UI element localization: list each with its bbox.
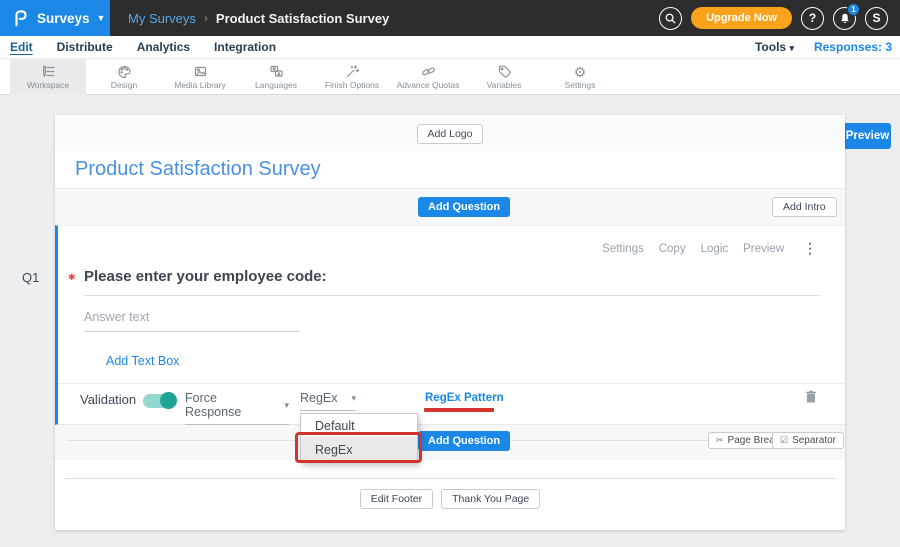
breadcrumb-my-surveys[interactable]: My Surveys — [128, 11, 196, 26]
tab-distribute[interactable]: Distribute — [57, 40, 113, 54]
notification-badge: 1 — [847, 3, 860, 16]
tools-menu[interactable]: Tools ▾ — [755, 40, 794, 54]
topbar-actions: Upgrade Now ? 1 S — [659, 7, 900, 30]
top-bar: Surveys ▼ My Surveys › Product Satisfact… — [0, 0, 900, 36]
editor-toolbar: Workspace Design Media Library Languages — [0, 59, 900, 95]
add-text-box-link[interactable]: Add Text Box — [106, 354, 179, 368]
validation-toggle[interactable] — [143, 394, 176, 408]
toolbar-item-variables[interactable]: Variables — [466, 59, 542, 95]
questionpro-logo-icon — [12, 9, 30, 27]
question-settings-link[interactable]: Settings — [602, 243, 644, 255]
avatar[interactable]: S — [865, 7, 888, 30]
upgrade-now-button[interactable]: Upgrade Now — [691, 7, 792, 29]
palette-icon — [117, 64, 132, 79]
required-asterisk-icon: ✱ — [68, 272, 76, 283]
menu-option-regex[interactable]: RegEx — [301, 437, 417, 462]
force-response-dropdown[interactable]: Force Response ▾ — [185, 391, 289, 425]
help-icon: ? — [809, 11, 816, 25]
survey-title[interactable]: Product Satisfaction Survey — [75, 158, 321, 181]
delete-question-trash-icon[interactable] — [805, 389, 817, 409]
search-icon — [664, 12, 677, 25]
toolbar-item-finish-options[interactable]: Finish Options — [314, 59, 390, 95]
chevron-down-icon: ▾ — [284, 400, 289, 411]
chevron-down-icon: ▾ — [789, 43, 794, 53]
notifications-button[interactable]: 1 — [833, 7, 856, 30]
question-block: Settings Copy Logic Preview ⋮ ✱ Please e… — [55, 225, 845, 425]
breadcrumb-separator-icon: › — [204, 11, 208, 25]
scissors-icon: ✂ — [716, 435, 724, 446]
logo-row: Add Logo — [55, 115, 845, 151]
question-text[interactable]: Please enter your employee code: — [84, 268, 327, 285]
workspace-icon — [41, 64, 56, 79]
responses-link[interactable]: Responses: 3 — [814, 40, 892, 54]
search-button[interactable] — [659, 7, 682, 30]
magic-wand-icon — [345, 64, 360, 79]
question-underline — [84, 295, 820, 296]
chevron-down-icon: ▼ — [97, 13, 106, 23]
thank-you-page-button[interactable]: Thank You Page — [441, 489, 540, 509]
gear-icon: ⚙ — [574, 64, 587, 79]
survey-nav-tabs: Edit Distribute Analytics Integration — [0, 40, 276, 54]
answer-input-underline — [84, 331, 300, 332]
footer-buttons-row: Edit Footer Thank You Page — [55, 489, 845, 509]
chain-links-icon — [421, 64, 436, 79]
validation-type-dropdown[interactable]: RegEx ▾ — [300, 391, 356, 411]
toolbar-item-advance-quotas[interactable]: Advance Quotas — [390, 59, 466, 95]
help-button[interactable]: ? — [801, 7, 824, 30]
footer-dotted-divider — [65, 478, 835, 479]
edit-footer-button[interactable]: Edit Footer — [360, 489, 433, 509]
menu-option-default[interactable]: Default — [301, 414, 417, 437]
breadcrumb-current-survey: Product Satisfaction Survey — [216, 11, 389, 26]
survey-nav: Edit Distribute Analytics Integration To… — [0, 36, 900, 59]
toolbar-item-design[interactable]: Design — [86, 59, 162, 95]
question-copy-link[interactable]: Copy — [659, 243, 686, 255]
validation-type-menu: Default RegEx — [300, 413, 418, 463]
regex-pattern-link[interactable]: RegEx Pattern — [425, 392, 504, 404]
question-number-label: Q1 — [22, 270, 39, 285]
avatar-initial: S — [872, 11, 880, 25]
toolbar-item-workspace[interactable]: Workspace — [10, 59, 86, 95]
image-icon — [193, 64, 208, 79]
kebab-menu-icon[interactable]: ⋮ — [803, 240, 817, 257]
top-actions-row: Add Question Add Intro — [55, 189, 845, 225]
toggle-knob — [160, 392, 177, 409]
tab-edit[interactable]: Edit — [10, 40, 33, 54]
toolbar-item-media-library[interactable]: Media Library — [162, 59, 238, 95]
annotation-red-underline — [424, 408, 494, 412]
validation-label: Validation — [80, 392, 136, 407]
checkbox-icon: ☑ — [780, 435, 788, 446]
title-row: Product Satisfaction Survey — [55, 151, 845, 189]
toolbar-items: Workspace Design Media Library Languages — [0, 59, 900, 95]
surveys-menu-label: Surveys — [37, 11, 90, 26]
question-menu: Settings Copy Logic Preview ⋮ — [602, 240, 817, 257]
tab-analytics[interactable]: Analytics — [137, 40, 190, 54]
breadcrumb: My Surveys › Product Satisfaction Survey — [128, 11, 389, 26]
question-preview-link[interactable]: Preview — [743, 243, 784, 255]
translate-icon — [269, 64, 284, 79]
app-window: Surveys ▼ My Surveys › Product Satisfact… — [0, 0, 900, 547]
tag-icon — [497, 64, 512, 79]
add-intro-button[interactable]: Add Intro — [772, 197, 837, 217]
question-logic-link[interactable]: Logic — [701, 243, 729, 255]
surveys-product-menu[interactable]: Surveys ▼ — [0, 0, 110, 36]
separator-button[interactable]: ☑ Separator — [772, 432, 844, 449]
add-question-button-bottom[interactable]: Add Question — [418, 431, 510, 451]
survey-nav-right: Tools ▾ Responses: 3 — [755, 40, 900, 54]
toolbar-item-settings[interactable]: ⚙ Settings — [542, 59, 618, 95]
add-question-button-top[interactable]: Add Question — [418, 197, 510, 217]
survey-editor-card: Add Logo Product Satisfaction Survey Add… — [55, 115, 845, 530]
validation-divider — [58, 383, 845, 384]
add-logo-button[interactable]: Add Logo — [417, 124, 484, 144]
toolbar-item-languages[interactable]: Languages — [238, 59, 314, 95]
answer-text-placeholder[interactable]: Answer text — [84, 310, 149, 324]
tab-integration[interactable]: Integration — [214, 40, 276, 54]
chevron-down-icon: ▾ — [351, 393, 356, 404]
